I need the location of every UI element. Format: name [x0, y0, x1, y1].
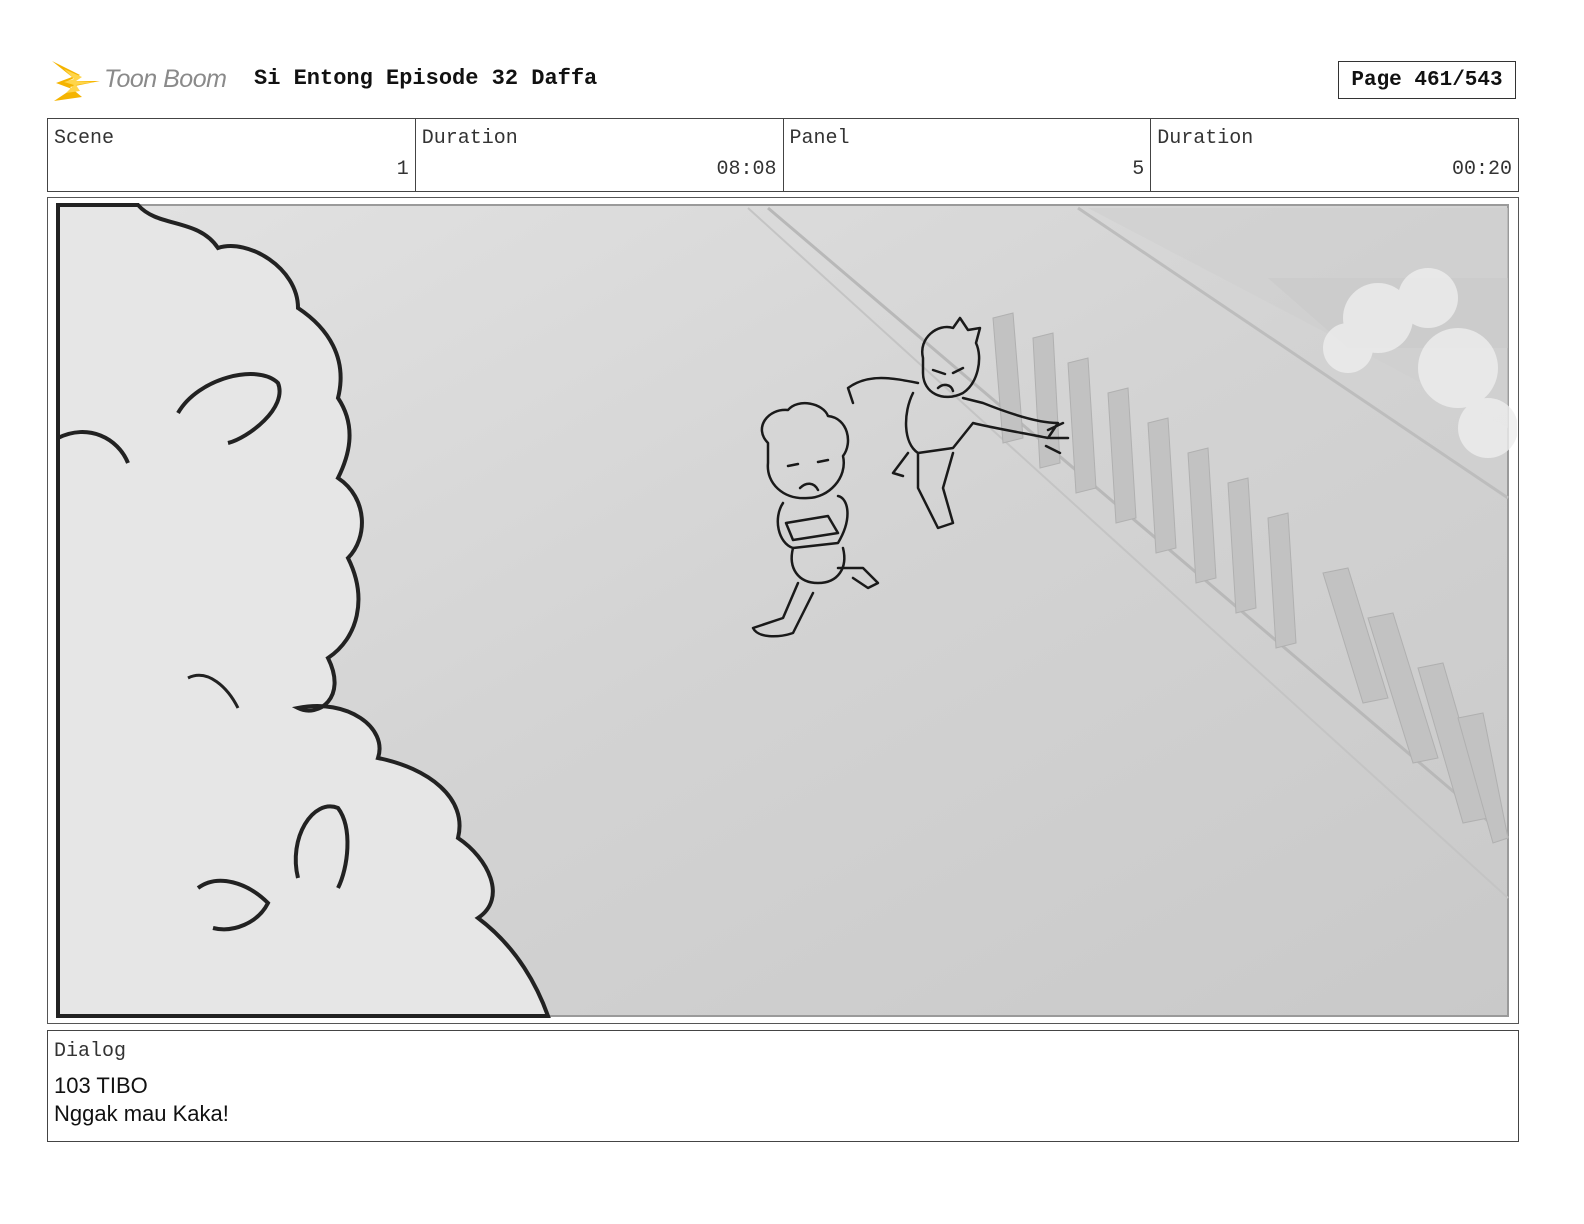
dialog-label: Dialog — [54, 1040, 127, 1063]
document-title: Si Entong Episode 32 Daffa — [254, 66, 598, 91]
panel-duration-value: 00:20 — [1451, 158, 1512, 181]
scene-label: Scene — [54, 127, 115, 150]
panel-duration-label: Duration — [1157, 127, 1254, 150]
dialog-line: 103 TIBO — [54, 1073, 148, 1098]
logo-burst-icon — [52, 61, 100, 101]
logo-text: Toon Boom — [104, 65, 227, 93]
scene-info-bar: Scene 1 Duration 08:08 Panel 5 Duration … — [47, 118, 1519, 192]
toon-boom-logo: Toon Boom — [50, 55, 240, 107]
panel-duration-cell: Duration 00:20 — [1151, 119, 1518, 191]
scene-duration-value: 08:08 — [716, 158, 777, 181]
dialog-line: Nggak mau Kaka! — [54, 1101, 229, 1126]
scene-duration-cell: Duration 08:08 — [416, 119, 784, 191]
page-number: Page 461/543 — [1338, 61, 1516, 99]
panel-label: Panel — [789, 127, 850, 150]
dialog-box: Dialog 103 TIBO Nggak mau Kaka! — [47, 1030, 1519, 1142]
panel-cell: Panel 5 — [784, 119, 1152, 191]
storyboard-panel — [47, 197, 1519, 1024]
scene-cell: Scene 1 — [48, 119, 416, 191]
scene-value: 1 — [396, 158, 409, 181]
panel-value: 5 — [1132, 158, 1145, 181]
scene-duration-label: Duration — [421, 127, 518, 150]
panel-sketch-image — [56, 203, 1517, 1018]
